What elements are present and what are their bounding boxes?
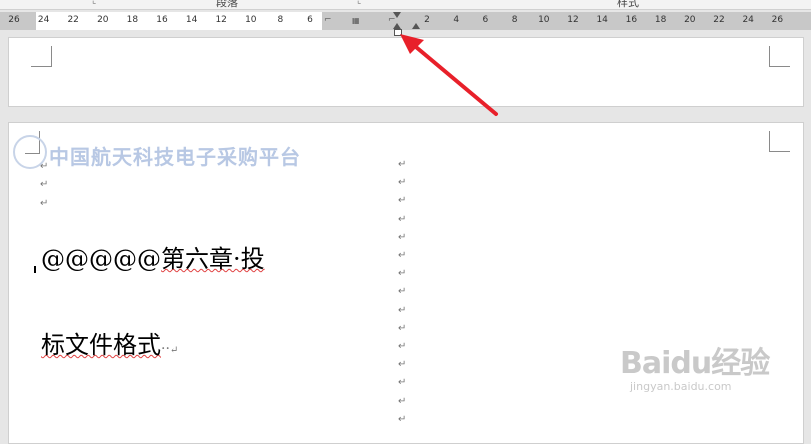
baidu-watermark: Baidu经验 jingyan.baidu.com xyxy=(620,338,770,393)
baidu-watermark-main: Baidu经验 xyxy=(620,346,770,381)
baidu-watermark-url: jingyan.baidu.com xyxy=(630,380,732,393)
